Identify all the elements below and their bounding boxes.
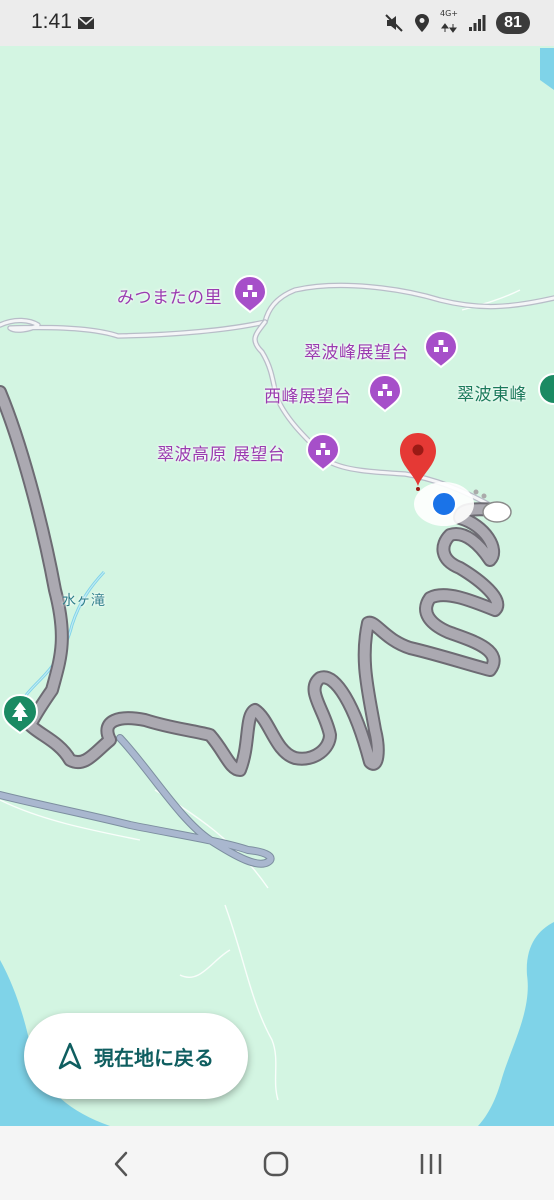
network-type: 4G+ <box>440 9 458 18</box>
water-areas <box>0 48 554 1126</box>
back-button[interactable] <box>101 1144 141 1184</box>
navigation-arrow-icon <box>58 1042 82 1070</box>
poi-label-mitsumata[interactable]: みつまたの里 <box>117 283 222 308</box>
poi-label-waterfall[interactable]: 水ヶ滝 <box>62 590 106 610</box>
home-icon <box>263 1151 289 1177</box>
recents-button[interactable] <box>411 1144 451 1184</box>
recents-icon <box>420 1154 442 1174</box>
viewpoint-icon[interactable] <box>367 373 403 413</box>
battery-level: 81 <box>496 12 530 34</box>
recenter-button[interactable]: 現在地に戻る <box>24 1013 248 1099</box>
poi-label-suiha-highland-viewpoint[interactable]: 翠波高原 展望台 <box>157 440 285 465</box>
recenter-label: 現在地に戻る <box>94 1045 214 1070</box>
poi-label-west-peak-viewpoint[interactable]: 西峰展望台 <box>264 382 352 407</box>
location-icon <box>415 14 429 32</box>
back-icon <box>114 1151 128 1177</box>
status-icons: 4G+ 81 <box>384 9 530 37</box>
viewpoint-icon[interactable] <box>232 274 268 314</box>
navigation-bar <box>0 1126 554 1200</box>
data-arrows-icon <box>441 23 457 33</box>
minor-roads <box>0 289 521 1101</box>
map-canvas[interactable] <box>0 46 554 1126</box>
map-view[interactable]: みつまたの里 翠波峰展望台 西峰展望台 翠波高原 展望台 翠波東峰 水ヶ滝 <box>0 46 554 1126</box>
mountain-peak-icon[interactable] <box>538 373 554 405</box>
network-indicator: 4G+ <box>440 9 458 37</box>
signal-icon <box>469 15 486 31</box>
viewpoint-icon[interactable] <box>423 329 459 369</box>
current-location-marker[interactable] <box>414 482 512 526</box>
status-time: 1:41 <box>31 10 72 33</box>
poi-label-suiha-east-peak[interactable]: 翠波東峰 <box>457 380 527 405</box>
status-bar: 1:41 4G+ 81 <box>0 0 554 46</box>
mute-icon <box>385 14 403 32</box>
poi-label-suiha-peak-viewpoint[interactable]: 翠波峰展望台 <box>304 338 409 363</box>
home-button[interactable] <box>256 1144 296 1184</box>
mail-icon <box>77 16 95 29</box>
